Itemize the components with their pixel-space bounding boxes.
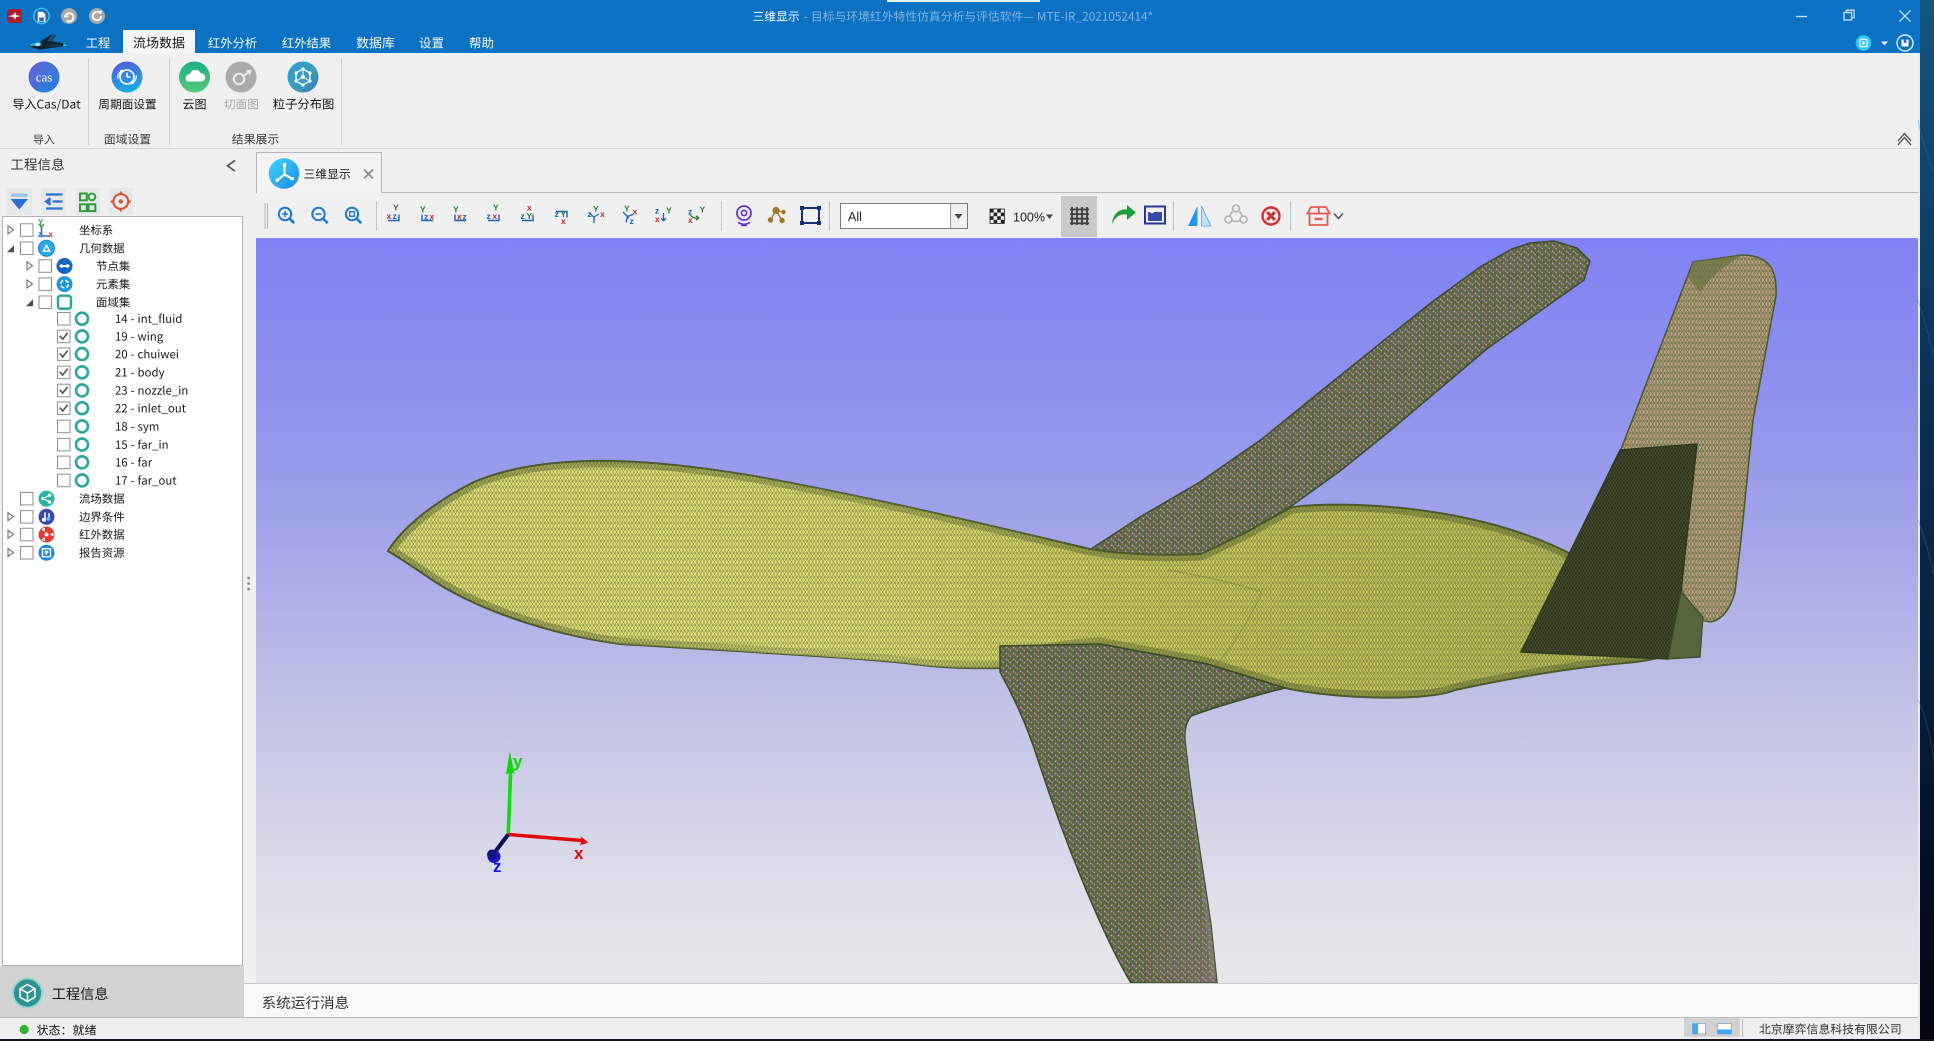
svg-text:y: y	[513, 752, 523, 771]
svg-text:z: z	[493, 857, 502, 876]
svg-text:x: x	[574, 844, 584, 863]
